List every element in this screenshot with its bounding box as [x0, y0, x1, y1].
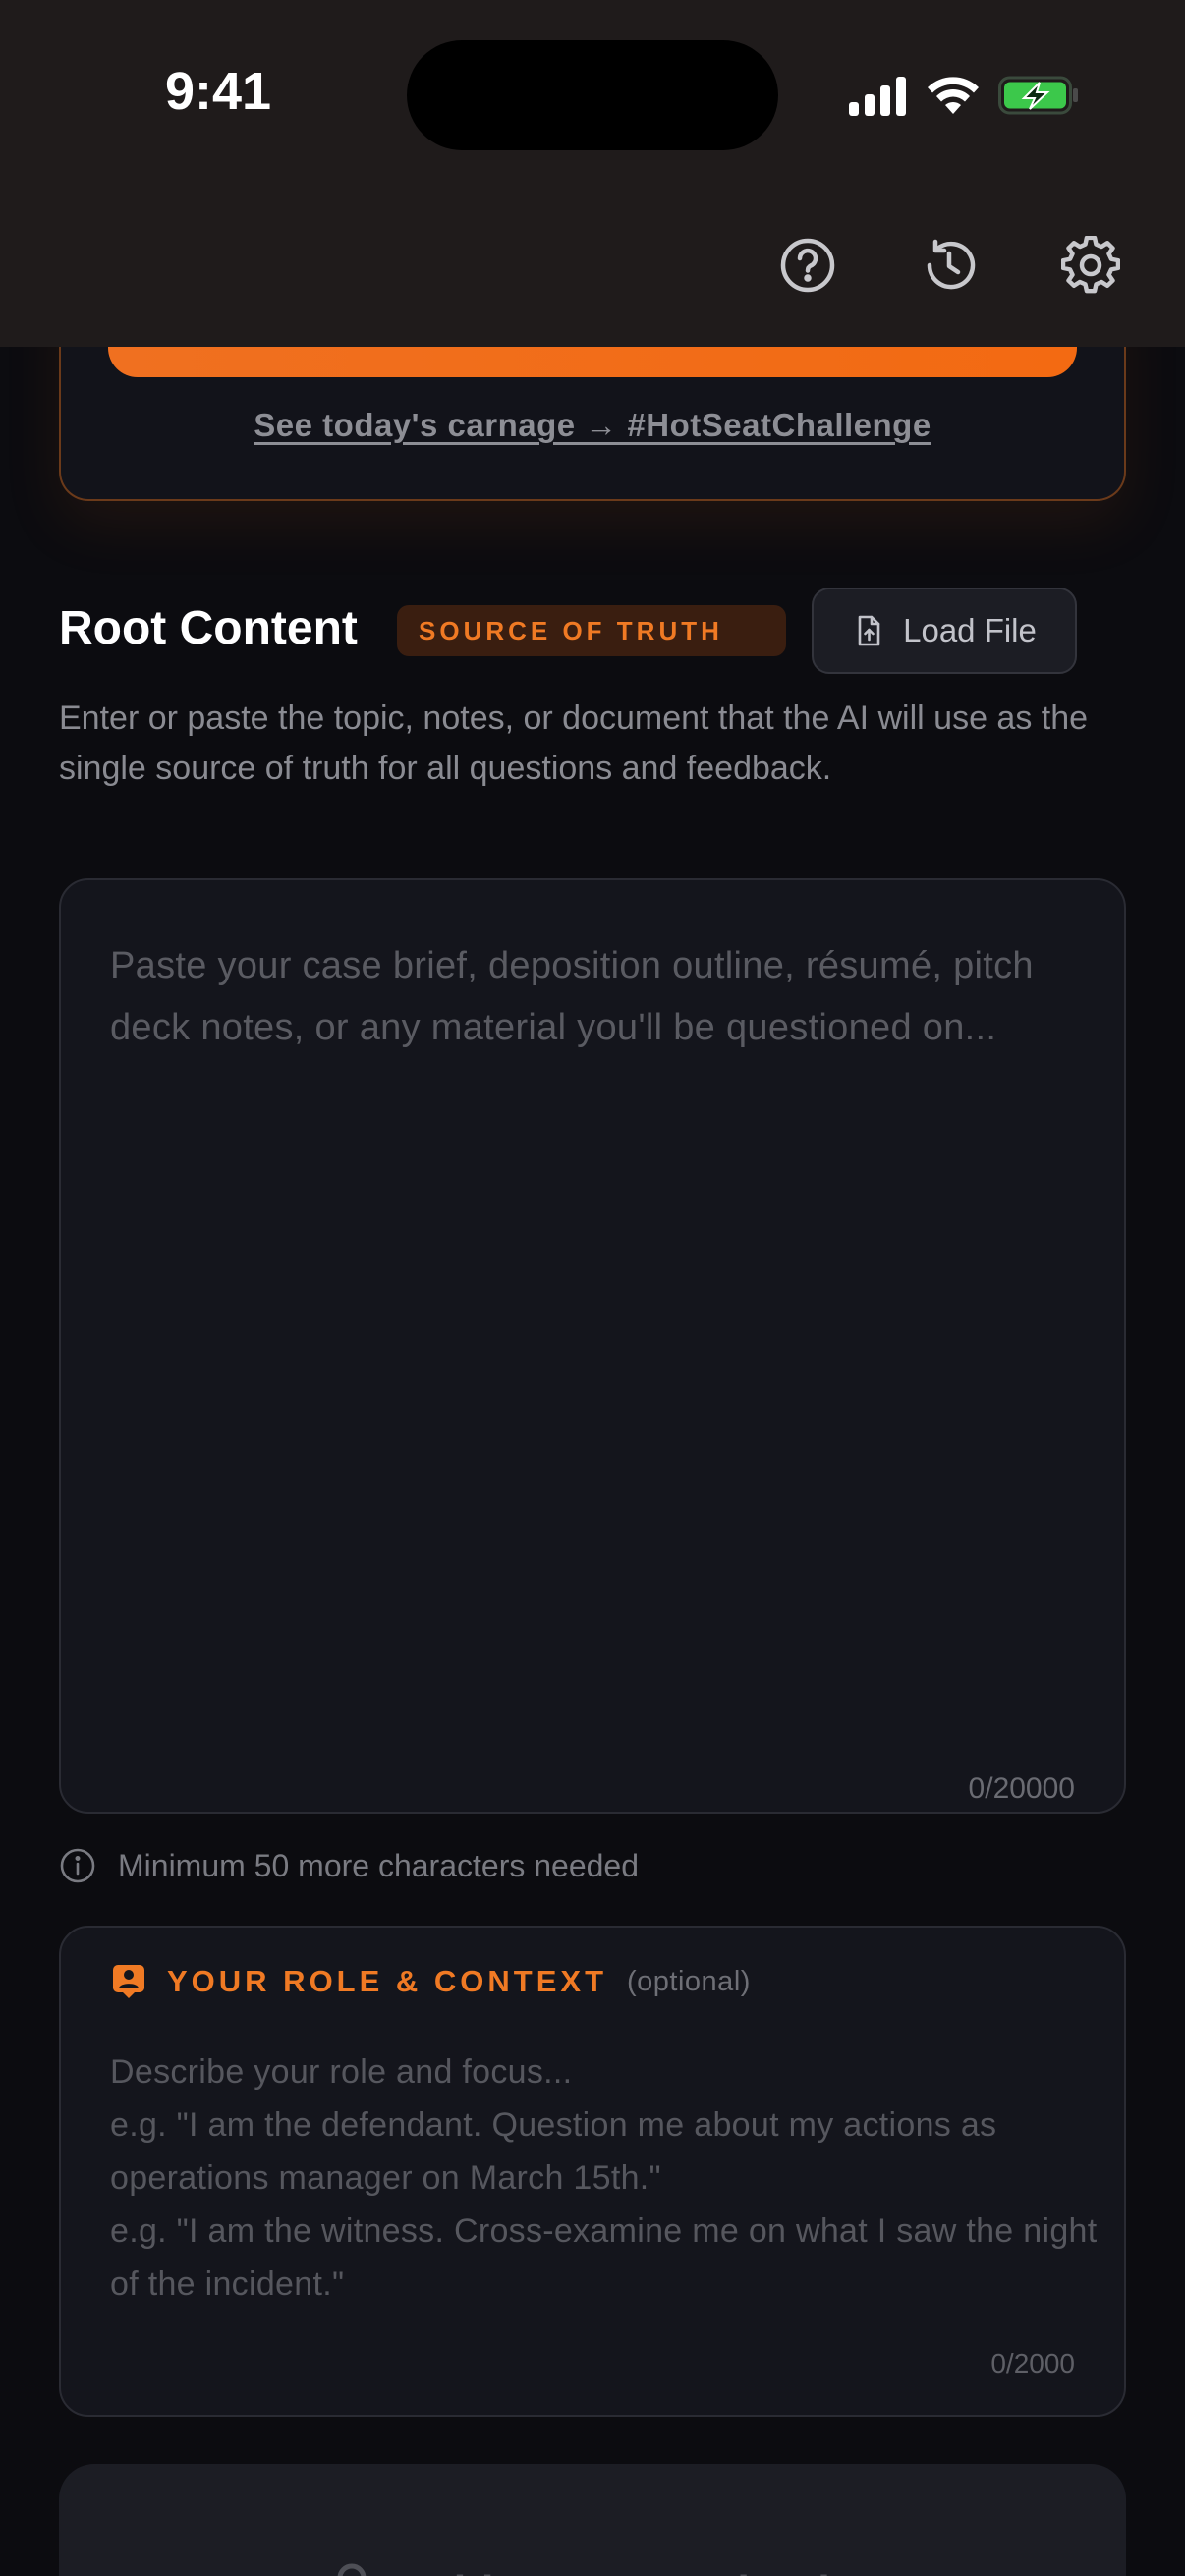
hotseat-challenge-link[interactable]: See today's carnage → #HotSeatChallenge [0, 407, 1185, 444]
lock-icon [337, 2563, 367, 2576]
load-file-button[interactable]: Load File [812, 588, 1077, 674]
settings-gear-icon[interactable] [1061, 236, 1120, 295]
hint-text: Minimum 50 more characters needed [118, 1847, 640, 1883]
begin-button-label: Add content to begin [406, 2565, 858, 2576]
root-content-placeholder: Paste your case brief, deposition outlin… [110, 945, 1034, 1048]
battery-charging-icon [998, 76, 1078, 115]
role-context-char-count: 0/2000 [990, 2348, 1075, 2379]
root-content-input[interactable]: Paste your case brief, deposition outlin… [59, 878, 1126, 1814]
help-circle-icon[interactable] [778, 236, 837, 295]
info-icon [60, 1848, 95, 1883]
source-of-truth-badge: SOURCE OF TRUTH [397, 605, 786, 656]
wifi-icon [928, 77, 979, 114]
dynamic-island [407, 40, 778, 150]
load-file-label: Load File [903, 612, 1037, 648]
role-context-header: YOUR ROLE & CONTEXT (optional) [110, 1963, 751, 2000]
person-badge-icon [113, 1965, 144, 1998]
role-context-placeholder: Describe your role and focus... e.g. "I … [110, 2053, 1098, 2303]
minimum-characters-hint: Minimum 50 more characters needed [59, 1847, 639, 1884]
file-upload-icon [858, 615, 880, 646]
top-navigation-bar: 9:41 [0, 0, 1185, 347]
cellular-signal-icon [849, 77, 906, 116]
root-content-char-count: 0/20000 [968, 1772, 1075, 1805]
optional-label: (optional) [627, 1965, 751, 1997]
root-content-title: Root Content [59, 602, 358, 654]
begin-button[interactable]: Add content to begin [59, 2464, 1126, 2576]
status-time: 9:41 [165, 62, 272, 121]
role-context-input[interactable]: YOUR ROLE & CONTEXT (optional) Describe … [59, 1926, 1126, 2417]
root-content-description: Enter or paste the topic, notes, or docu… [59, 700, 1089, 787]
role-context-title: YOUR ROLE & CONTEXT [167, 1964, 608, 1998]
history-icon[interactable] [920, 236, 979, 295]
